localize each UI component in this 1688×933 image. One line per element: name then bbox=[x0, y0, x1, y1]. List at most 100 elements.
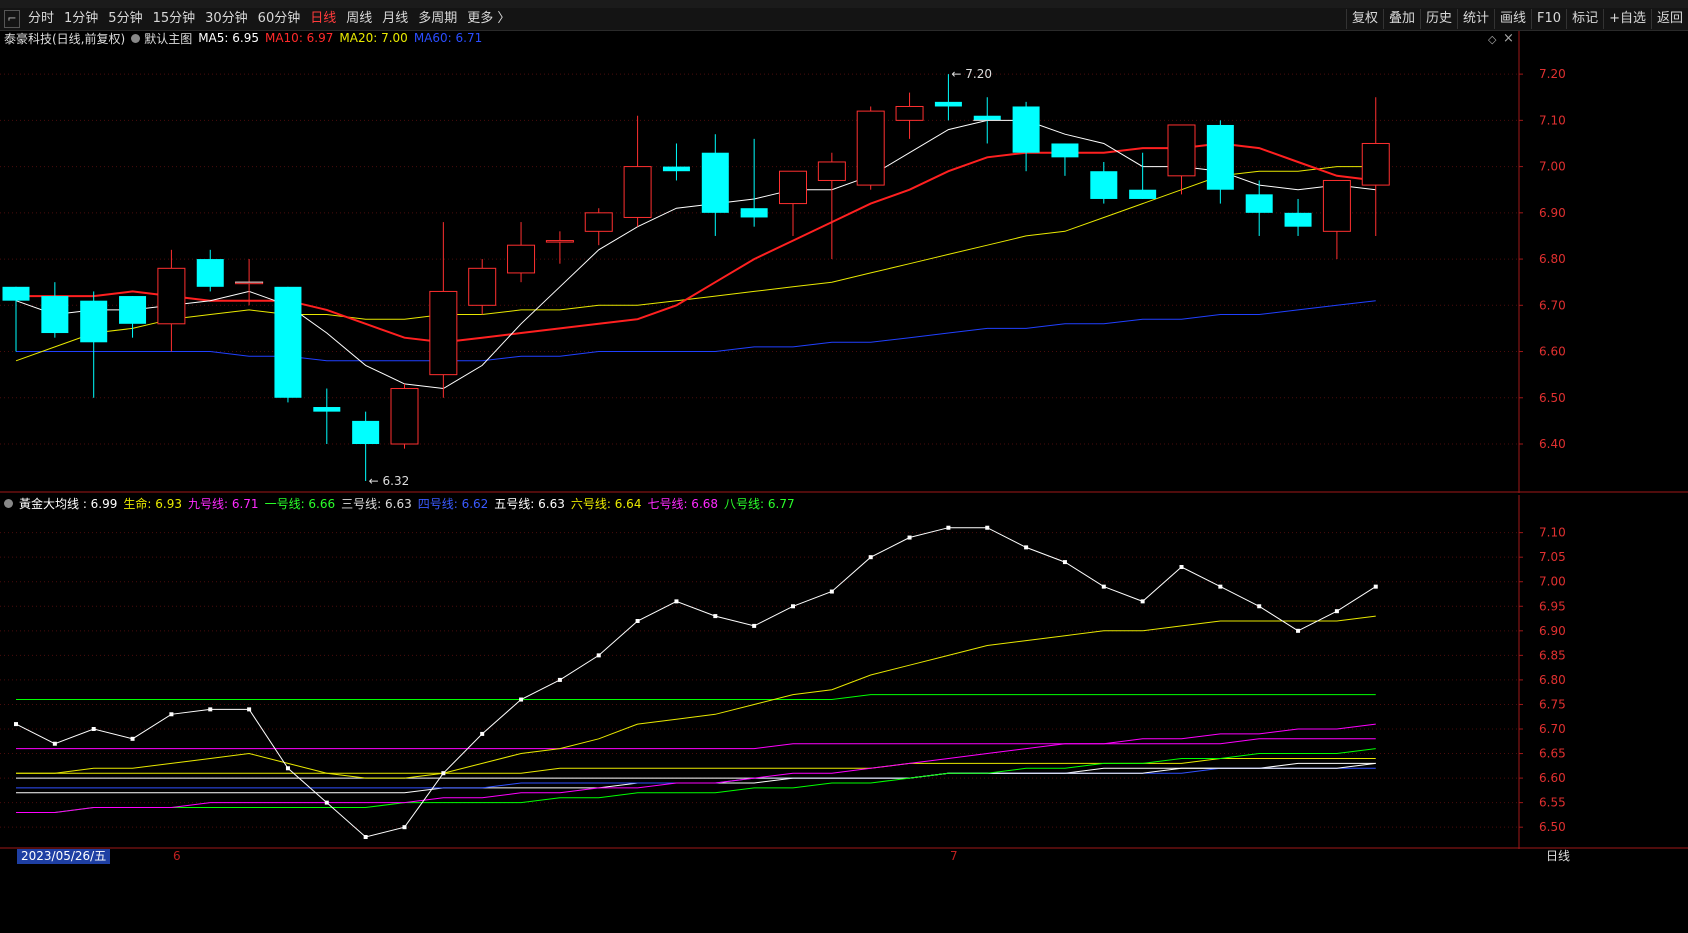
gold-ma-point bbox=[868, 555, 873, 560]
close-icon[interactable]: × bbox=[1503, 31, 1514, 46]
candle-body bbox=[429, 290, 458, 376]
candle-body bbox=[584, 212, 613, 232]
indicator-line bbox=[16, 694, 1376, 700]
gold-ma-point bbox=[1373, 584, 1378, 589]
y-tick-label: 7.00 bbox=[1539, 160, 1566, 174]
indicator-settings[interactable] bbox=[4, 498, 17, 508]
y-tick-label: 7.10 bbox=[1539, 526, 1566, 540]
line6-label: 六号线: 6.64 bbox=[570, 496, 642, 511]
period-tab-5[interactable]: 60分钟 bbox=[253, 8, 306, 30]
period-tab-2[interactable]: 5分钟 bbox=[103, 8, 147, 30]
gold-ma-point bbox=[1296, 628, 1301, 633]
indicator-line bbox=[16, 758, 1376, 774]
candle-body bbox=[817, 161, 846, 181]
toolbar-button-4[interactable]: 画线 bbox=[1494, 9, 1531, 29]
date-axis: 2023/05/26/五 6 7 日线 bbox=[0, 849, 1688, 865]
main-legend: 泰豪科技(日线,前复权) 默认主图 MA5: 6.95 MA10: 6.97 M… bbox=[4, 30, 488, 46]
gold-ma-point bbox=[52, 741, 57, 746]
line1-label: 一号线: 6.66 bbox=[264, 496, 336, 511]
settings-circle-icon[interactable] bbox=[4, 498, 13, 508]
period-tab-10[interactable]: 更多 〉 bbox=[462, 8, 515, 30]
indicator-line bbox=[16, 762, 1376, 779]
month-marker-7: 7 bbox=[950, 849, 958, 863]
candle-body bbox=[895, 105, 924, 121]
candle-body bbox=[1012, 106, 1040, 153]
y-tick-label: 6.90 bbox=[1539, 624, 1566, 638]
candle-body bbox=[507, 244, 536, 274]
diamond-icon[interactable]: ◇ bbox=[1488, 33, 1496, 46]
toolbar-button-6[interactable]: 标记 bbox=[1566, 9, 1603, 29]
toolbar-button-1[interactable]: 叠加 bbox=[1382, 9, 1420, 29]
candle-body bbox=[1284, 212, 1312, 227]
period-tab-4[interactable]: 30分钟 bbox=[200, 8, 253, 30]
indicator-line bbox=[16, 615, 1376, 779]
gold-ma-point bbox=[169, 712, 174, 717]
candle-body bbox=[274, 286, 302, 398]
high-annotation: ← 7.20 bbox=[951, 67, 992, 81]
y-tick-label: 7.00 bbox=[1539, 575, 1566, 589]
candle-body bbox=[662, 166, 690, 172]
gold-ma-label: 黃金大均线 : 6.99 bbox=[19, 496, 118, 511]
gold-ma-point bbox=[596, 653, 601, 658]
gold-ma-point bbox=[14, 722, 18, 727]
candle-body bbox=[973, 115, 1001, 121]
period-tab-1[interactable]: 1分钟 bbox=[59, 8, 103, 30]
indicator-line bbox=[16, 738, 1376, 750]
indicator-chart[interactable]: 7.10 7.05 7.00 6.95 6.90 6.85 6.80 6.75 6.70 6.65… bbox=[0, 495, 1688, 849]
period-tab-8[interactable]: 月线 bbox=[377, 8, 413, 30]
y-tick-label: 7.20 bbox=[1539, 67, 1566, 81]
candle-body bbox=[352, 420, 380, 445]
indicator-line bbox=[15, 527, 1377, 838]
period-tab-3[interactable]: 15分钟 bbox=[148, 8, 201, 30]
settings-circle-icon[interactable] bbox=[131, 33, 141, 43]
candle-body bbox=[119, 296, 147, 324]
main-kline-chart[interactable]: 7.20 7.10 7.00 6.90 6.80 6.70 6.60 6.50 6.40 ← 7.… bbox=[0, 31, 1688, 493]
life-label: 生命: 6.93 bbox=[123, 496, 182, 511]
y-tick-label: 6.50 bbox=[1539, 391, 1566, 405]
gold-ma-point bbox=[557, 677, 562, 682]
gold-ma-point bbox=[402, 825, 407, 830]
chart-mode-label[interactable]: 默认主图 bbox=[131, 30, 192, 47]
toolbar-button-3[interactable]: 统计 bbox=[1457, 9, 1494, 29]
gold-ma-point bbox=[91, 727, 96, 731]
period-tab-6[interactable]: 日线 bbox=[305, 8, 341, 30]
candle-body bbox=[196, 259, 224, 287]
period-tab-7[interactable]: 周线 bbox=[341, 8, 377, 30]
y-tick-label: 6.60 bbox=[1539, 345, 1566, 359]
candle-body bbox=[1129, 189, 1157, 199]
period-label: 日线 bbox=[1545, 849, 1570, 863]
candle-body bbox=[1206, 124, 1234, 190]
gold-ma-point bbox=[1024, 545, 1029, 550]
y-tick-label: 6.55 bbox=[1539, 796, 1566, 810]
gold-ma-point bbox=[674, 599, 679, 604]
candle-body bbox=[468, 267, 497, 306]
y-tick-label: 6.80 bbox=[1539, 673, 1566, 687]
gold-ma-point bbox=[829, 589, 834, 594]
toolbar-button-8[interactable]: 返回 bbox=[1650, 9, 1688, 29]
candle-body bbox=[157, 267, 186, 325]
y-tick-label: 6.85 bbox=[1539, 648, 1566, 662]
period-tab-9[interactable]: 多周期 bbox=[413, 8, 462, 30]
toolbar-button-0[interactable]: 复权 bbox=[1345, 9, 1383, 29]
candle-body bbox=[740, 208, 768, 218]
gold-ma-point bbox=[441, 771, 446, 776]
toolbar-button-5[interactable]: F10 bbox=[1531, 9, 1566, 29]
line7-label: 七号线: 6.68 bbox=[647, 496, 719, 511]
gold-ma-point bbox=[1140, 599, 1145, 604]
candle-body bbox=[1322, 179, 1351, 232]
y-tick-label: 6.70 bbox=[1539, 298, 1566, 312]
gold-ma-point bbox=[1218, 584, 1223, 589]
stock-title: 泰豪科技(日线,前复权) bbox=[4, 31, 126, 46]
toolbar-button-7[interactable]: +自选 bbox=[1603, 9, 1651, 29]
back-arrow-icon[interactable]: ⌐ bbox=[4, 10, 20, 28]
toolbar-button-2[interactable]: 历史 bbox=[1419, 9, 1457, 29]
gold-ma-point bbox=[1062, 560, 1067, 565]
y-tick-label: 7.05 bbox=[1539, 550, 1566, 564]
gold-ma-point bbox=[519, 697, 524, 702]
line4-label: 四号线: 6.62 bbox=[417, 496, 489, 511]
candle-body bbox=[2, 286, 30, 301]
candle-body bbox=[313, 407, 341, 412]
period-tab-0[interactable]: 分时 bbox=[23, 8, 59, 30]
candle-body bbox=[1245, 194, 1273, 213]
candle-body bbox=[701, 152, 729, 213]
